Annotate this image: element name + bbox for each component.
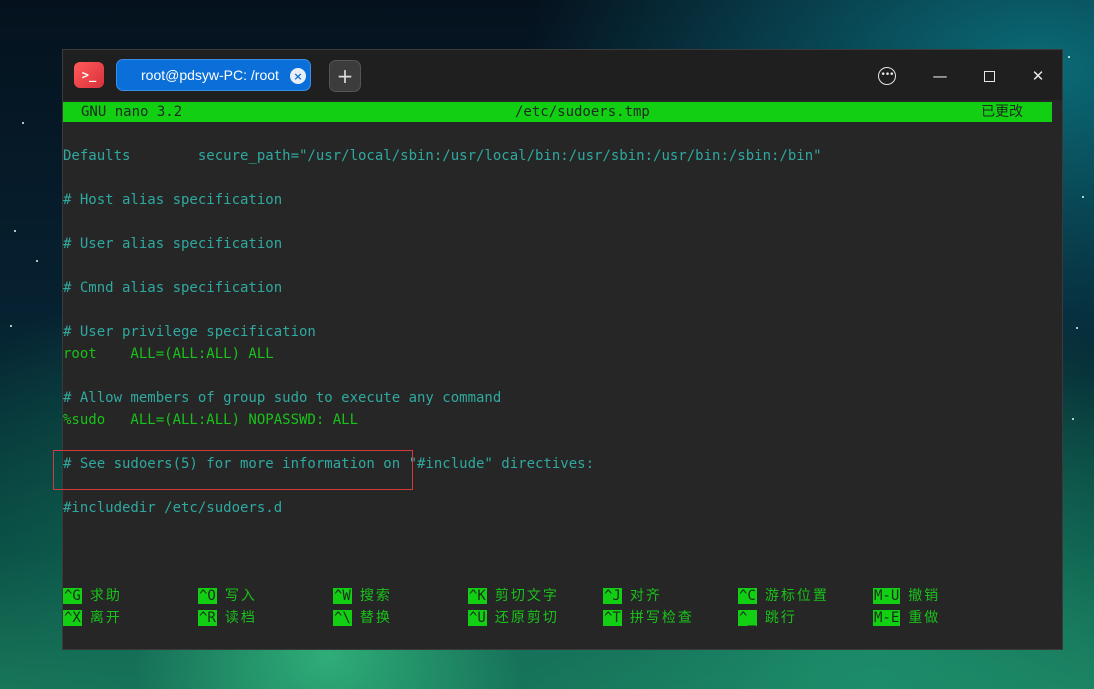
shortcut-item: ^J 对齐 [603,586,662,606]
star [1076,327,1078,329]
shortcut-key: ^U [468,610,487,626]
file-line: # Allow members of group sudo to execute… [63,390,502,406]
menu-button[interactable]: ••• [876,65,898,87]
star [36,260,38,262]
shortcut-item: ^W 搜索 [333,586,392,606]
maximize-icon [983,70,995,82]
file-line: Defaults secure_path="/usr/local/sbin:/u… [63,148,822,164]
more-icon: ••• [878,67,896,85]
star [22,122,24,124]
shortcut-key: ^K [468,588,487,604]
shortcut-label: 还原剪切 [494,610,559,626]
tab-root-session[interactable]: root@pdsyw-PC: /root × [116,59,311,91]
file-line: # User privilege specification [63,324,316,340]
shortcut-key: ^C [738,588,757,604]
terminal-window: >_ root@pdsyw-PC: /root × + ••• — ✕ GNU … [53,49,1063,650]
highlight-box [53,450,413,490]
shortcut-key: ^_ [738,610,757,626]
nano-status-bar: GNU nano 3.2 /etc/sudoers.tmp 已更改 [63,102,1052,122]
shortcut-key: ^T [603,610,622,626]
shortcut-key: M-U [873,588,901,604]
shortcut-key: ^X [63,610,82,626]
minimize-button[interactable]: — [929,65,951,87]
shortcut-key: M-E [873,610,901,626]
shortcut-item: ^\ 替换 [333,608,392,628]
title-bar: >_ root@pdsyw-PC: /root × + ••• — ✕ [63,50,1062,100]
new-tab-button[interactable]: + [329,60,361,92]
shortcut-item: ^K 剪切文字 [468,586,559,606]
shortcut-item: ^R 读档 [198,608,257,628]
terminal-app-icon[interactable]: >_ [74,62,104,88]
shortcut-item: ^_ 跳行 [738,608,797,628]
shortcut-item: ^O 写入 [198,586,257,606]
tab-close-icon[interactable]: × [290,68,306,84]
shortcut-item: ^C 游标位置 [738,586,829,606]
star [14,230,16,232]
close-button[interactable]: ✕ [1027,65,1049,87]
star [1068,56,1070,58]
tab-title: root@pdsyw-PC: /root [141,67,279,83]
shortcut-key: ^O [198,588,217,604]
shortcut-label: 游标位置 [764,588,829,604]
shortcut-label: 重做 [908,610,941,626]
file-line: root ALL=(ALL:ALL) ALL [63,346,274,362]
shortcut-item: M-E 重做 [873,608,940,628]
shortcut-item: ^G 求助 [63,586,122,606]
shortcut-key: ^G [63,588,82,604]
shortcut-key: ^W [333,588,352,604]
shortcut-item: M-U 撤销 [873,586,940,606]
nano-modified-flag: 已更改 [981,104,1023,120]
shortcut-label: 替换 [359,610,392,626]
shortcut-label: 对齐 [629,588,662,604]
file-line: #includedir /etc/sudoers.d [63,500,283,516]
shortcut-key: ^R [198,610,217,626]
file-line: # Host alias specification [63,192,283,208]
shortcut-label: 撤销 [908,588,941,604]
nano-filename: /etc/sudoers.tmp [515,104,650,120]
file-line: %sudo ALL=(ALL:ALL) NOPASSWD: ALL [63,412,359,428]
shortcut-item: ^T 拼写检查 [603,608,694,628]
shortcut-label: 求助 [89,588,122,604]
shortcut-label: 剪切文字 [494,588,559,604]
shortcut-item: ^U 还原剪切 [468,608,559,628]
shortcut-label: 读档 [224,610,257,626]
star [10,325,12,327]
shortcut-label: 写入 [224,588,257,604]
star [1072,418,1074,420]
shortcut-item: ^X 离开 [63,608,122,628]
shortcut-key: ^\ [333,610,352,626]
file-line: # User alias specification [63,236,283,252]
nano-version: GNU nano 3.2 [81,104,183,120]
file-line: # Cmnd alias specification [63,280,283,296]
shortcut-label: 拼写检查 [629,610,694,626]
shortcut-label: 离开 [89,610,122,626]
maximize-button[interactable] [978,65,1000,87]
shortcut-key: ^J [603,588,622,604]
shortcut-label: 跳行 [764,610,797,626]
star [1082,196,1084,198]
shortcut-label: 搜索 [359,588,392,604]
